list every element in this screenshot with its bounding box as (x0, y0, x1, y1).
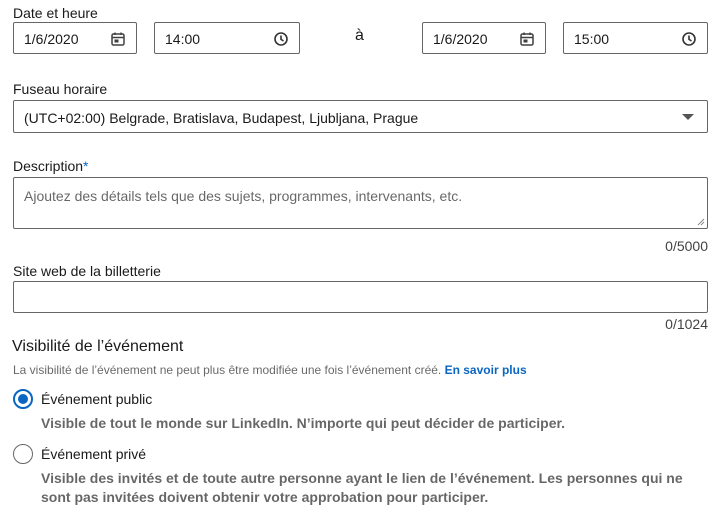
radio-public-event[interactable] (13, 389, 33, 409)
datetime-label: Date et heure (13, 5, 98, 21)
public-event-description: Visible de tout le monde sur LinkedIn. N… (41, 415, 566, 431)
end-date-value: 1/6/2020 (433, 31, 488, 47)
calendar-icon[interactable] (110, 31, 126, 47)
calendar-icon[interactable] (519, 31, 535, 47)
start-date-input[interactable]: 1/6/2020 (13, 22, 137, 54)
timezone-value: (UTC+02:00) Belgrade, Bratislava, Budape… (24, 110, 419, 126)
description-label-text: Description (13, 158, 84, 174)
visibility-note: La visibilité de l’événement ne peut plu… (13, 362, 527, 378)
ticket-site-char-counter: 0/1024 (665, 316, 708, 332)
private-event-description-line2: sont pas invitées doivent obtenir votre … (41, 489, 489, 505)
start-time-input[interactable]: 14:00 (154, 22, 300, 54)
ticket-site-label: Site web de la billetterie (13, 263, 161, 279)
end-time-value: 15:00 (574, 31, 610, 47)
ticket-site-input[interactable] (13, 281, 708, 313)
private-event-description-line1: Visible des invités et de toute autre pe… (41, 470, 683, 486)
required-mark: * (83, 158, 89, 174)
learn-more-link[interactable]: En savoir plus (445, 363, 527, 377)
resize-handle-icon[interactable] (697, 218, 705, 226)
clock-icon[interactable] (681, 31, 697, 47)
timezone-select[interactable]: (UTC+02:00) Belgrade, Bratislava, Budape… (13, 100, 708, 133)
time-range-separator: à (355, 27, 364, 44)
description-placeholder: Ajoutez des détails tels que des sujets,… (24, 188, 463, 204)
public-event-label[interactable]: Événement public (41, 390, 152, 408)
description-textarea[interactable]: Ajoutez des détails tels que des sujets,… (13, 177, 708, 229)
description-label: Description* (13, 157, 88, 175)
visibility-heading: Visibilité de l’événement (12, 338, 184, 355)
end-date-input[interactable]: 1/6/2020 (422, 22, 546, 54)
end-time-input[interactable]: 15:00 (563, 22, 708, 54)
caret-down-icon (682, 114, 694, 120)
visibility-note-text: La visibilité de l’événement ne peut plu… (13, 363, 442, 377)
timezone-label: Fuseau horaire (13, 81, 108, 97)
radio-private-event[interactable] (13, 444, 33, 464)
clock-icon[interactable] (273, 31, 289, 47)
description-char-counter: 0/5000 (665, 238, 708, 254)
start-time-value: 14:00 (165, 31, 201, 47)
private-event-label[interactable]: Événement privé (41, 445, 146, 463)
start-date-value: 1/6/2020 (24, 31, 79, 47)
